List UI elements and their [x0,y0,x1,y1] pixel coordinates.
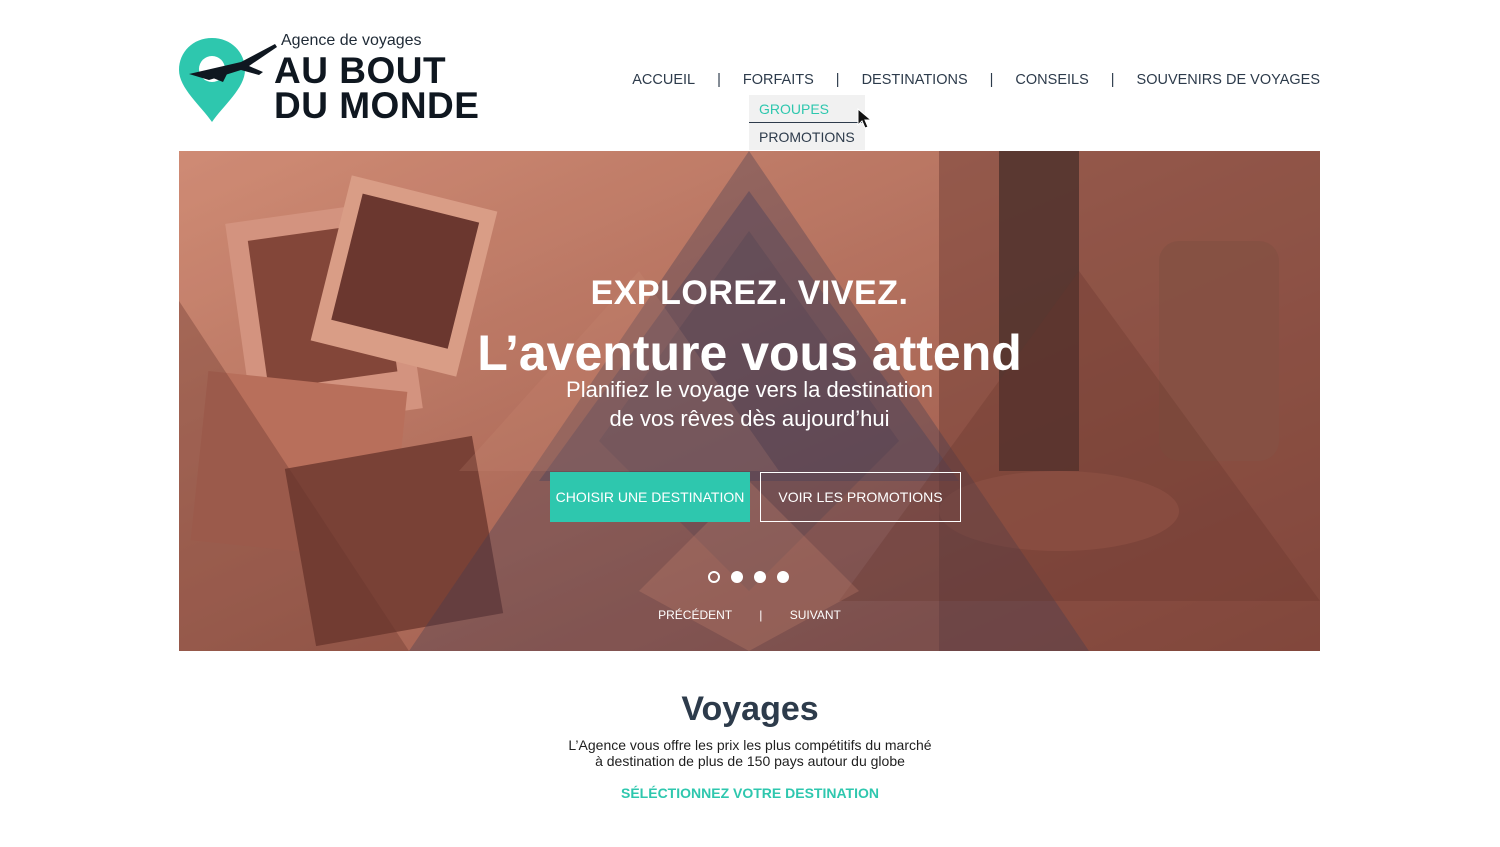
forfaits-dropdown-menu: GROUPES PROMOTIONS [749,95,865,150]
hero-subtitle-line1: Planifiez le voyage vers la destination [566,377,933,402]
nav-item-forfaits[interactable]: FORFAITS [743,72,814,88]
brand-tagline: Agence de voyages [281,32,422,49]
nav-item-conseils[interactable]: CONSEILS [1015,72,1088,88]
view-promotions-button[interactable]: VOIR LES PROMOTIONS [760,472,961,522]
hero-subtitle-line2: de vos rêves dès aujourd’hui [609,406,890,431]
choose-destination-button[interactable]: CHOISIR UNE DESTINATION [550,472,750,522]
slide-pager: PRÉCÉDENT | SUIVANT [179,608,1320,622]
slide-dot-2[interactable] [731,571,743,583]
brand-logo[interactable]: Agence de voyages AU BOUT DU MONDE [179,32,479,124]
nav-separator: | [835,72,840,88]
main-nav: ACCUEIL | FORFAITS | DESTINATIONS | CONS… [632,72,1320,88]
section-description: L’Agence vous offre les prix les plus co… [0,737,1500,769]
next-slide-link[interactable]: SUIVANT [790,608,841,622]
section-description-line1: L’Agence vous offre les prix les plus co… [568,737,932,753]
section-title: Voyages [681,690,819,728]
previous-slide-link[interactable]: PRÉCÉDENT [658,608,732,622]
nav-separator: | [1110,72,1115,88]
brand-name-line2: DU MONDE [274,85,480,126]
section-description-line2: à destination de plus de 150 pays autour… [595,753,905,769]
voyages-section: Voyages L’Agence vous offre les prix les… [0,690,1500,803]
dropdown-item-groupes[interactable]: GROUPES [749,95,865,123]
slide-indicators [708,571,800,583]
brand-name-line1: AU BOUT [274,50,447,91]
hero-kicker: EXPLOREZ. VIVEZ. [590,274,909,312]
select-destination-link[interactable]: SÉLÉCTIONNEZ VOTRE DESTINATION [621,785,879,801]
nav-item-accueil[interactable]: ACCUEIL [632,72,695,88]
mouse-pointer-icon [857,108,873,129]
nav-separator: | [717,72,721,88]
slide-dot-1[interactable] [708,571,720,583]
slide-dot-3[interactable] [754,571,766,583]
nav-separator: | [989,72,994,88]
nav-item-souvenirs[interactable]: SOUVENIRS DE VOYAGES [1137,72,1320,88]
nav-item-destinations[interactable]: DESTINATIONS [862,72,968,88]
pager-separator: | [759,608,763,622]
slide-dot-4[interactable] [777,571,789,583]
hero-headline: L’aventure vous attend [477,325,1022,381]
dropdown-item-promotions[interactable]: PROMOTIONS [749,123,865,150]
map-pin-plane-icon [179,38,277,122]
hero-banner: EXPLOREZ. VIVEZ. L’aventure vous attend … [179,151,1320,651]
hero-subtitle: Planifiez le voyage vers la destination … [179,375,1320,433]
